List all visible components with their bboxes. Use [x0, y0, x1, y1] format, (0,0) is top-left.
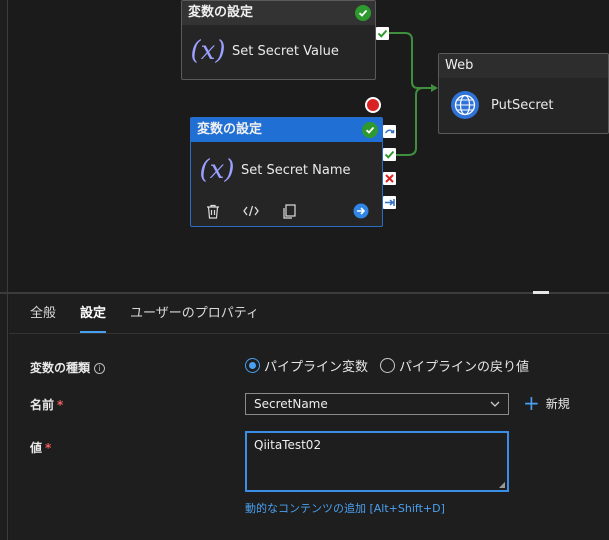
value-label: 値 * — [30, 439, 51, 456]
variable-name-select[interactable]: SecretName — [245, 393, 509, 415]
node-action-bar — [191, 198, 382, 224]
connector-name-to-web — [396, 87, 436, 156]
properties-panel: 全般 設定 ユーザーのプロパティ 変数の種類 i パイプライン変数 パイプラインの… — [9, 294, 609, 540]
arrow-right-circle-icon[interactable] — [353, 203, 369, 219]
new-button-label: 新規 — [545, 396, 570, 411]
radio-label: パイプライン変数 — [264, 360, 369, 375]
add-dynamic-content-link[interactable]: 動的なコンテンツの追加 [Alt+Shift+D] — [245, 500, 445, 516]
select-value: SecretName — [254, 397, 328, 411]
pipeline-canvas[interactable]: 変数の設定 (𝑥) Set Secret Value 変数の設定 (𝑥) Set… — [0, 0, 609, 293]
name-label-text: 名前 — [30, 398, 55, 412]
delete-icon[interactable] — [205, 203, 221, 219]
skip-port-icon[interactable] — [383, 125, 396, 138]
panel-tabs: 全般 設定 ユーザーのプロパティ — [9, 294, 609, 334]
code-icon[interactable] — [243, 203, 259, 219]
radio-selected-icon — [245, 358, 260, 373]
tab-settings[interactable]: 設定 — [80, 294, 107, 333]
node-type-label: 変数の設定 — [188, 5, 254, 20]
success-check-icon — [362, 122, 378, 138]
node-type-label: 変数の設定 — [197, 122, 263, 137]
new-variable-button[interactable]: + 新規 — [523, 391, 570, 415]
required-mark: * — [45, 441, 52, 455]
variable-type-radio-group: パイプライン変数 パイプラインの戻り値 — [245, 356, 529, 375]
completion-port-icon[interactable] — [383, 196, 396, 209]
variable-fx-icon: (𝑥) — [190, 36, 226, 66]
activity-node-set-secret-value[interactable]: 変数の設定 (𝑥) Set Secret Value — [181, 0, 376, 80]
resize-handle-icon[interactable]: ◢ — [499, 480, 505, 489]
node-type-label: Web — [445, 58, 474, 73]
node-header: 変数の設定 — [191, 118, 382, 142]
chevron-down-icon — [490, 394, 500, 422]
tab-user-properties[interactable]: ユーザーのプロパティ — [130, 294, 259, 333]
globe-icon — [451, 91, 479, 119]
required-mark: * — [57, 398, 64, 412]
failure-status-icon — [365, 97, 381, 113]
left-rail — [0, 0, 8, 540]
value-label-text: 値 — [30, 441, 43, 455]
variable-type-label: 変数の種類 i — [30, 359, 106, 376]
radio-label: パイプラインの戻り値 — [399, 360, 530, 375]
success-check-icon — [355, 5, 371, 21]
success-port-icon[interactable] — [376, 27, 389, 40]
variable-fx-icon: (𝑥) — [199, 155, 235, 185]
plus-icon: + — [523, 391, 540, 415]
success-port-icon[interactable] — [383, 148, 396, 161]
radio-pipeline-variable[interactable]: パイプライン変数 — [245, 356, 368, 375]
node-title: Set Secret Value — [232, 43, 339, 59]
info-icon[interactable]: i — [94, 363, 106, 374]
activity-node-set-secret-name[interactable]: 変数の設定 (𝑥) Set Secret Name — [190, 117, 383, 227]
copy-icon[interactable] — [281, 203, 297, 219]
node-title: PutSecret — [491, 97, 554, 113]
connector-value-to-web — [389, 32, 436, 89]
connector-arrowhead — [431, 84, 438, 92]
node-header: 変数の設定 — [182, 1, 375, 25]
tab-general[interactable]: 全般 — [30, 294, 56, 333]
variable-type-label-text: 変数の種類 — [30, 361, 91, 375]
value-textarea[interactable]: QiitaTest02 ◢ — [245, 431, 509, 492]
node-header: Web — [439, 54, 608, 78]
node-title: Set Secret Name — [241, 162, 351, 178]
value-text: QiitaTest02 — [254, 438, 322, 452]
fail-port-icon[interactable] — [383, 172, 396, 185]
activity-node-putsecret[interactable]: Web PutSecret — [438, 53, 609, 134]
radio-unselected-icon — [380, 358, 396, 373]
name-label: 名前 * — [30, 396, 63, 413]
radio-pipeline-return-value[interactable]: パイプラインの戻り値 — [380, 356, 529, 375]
